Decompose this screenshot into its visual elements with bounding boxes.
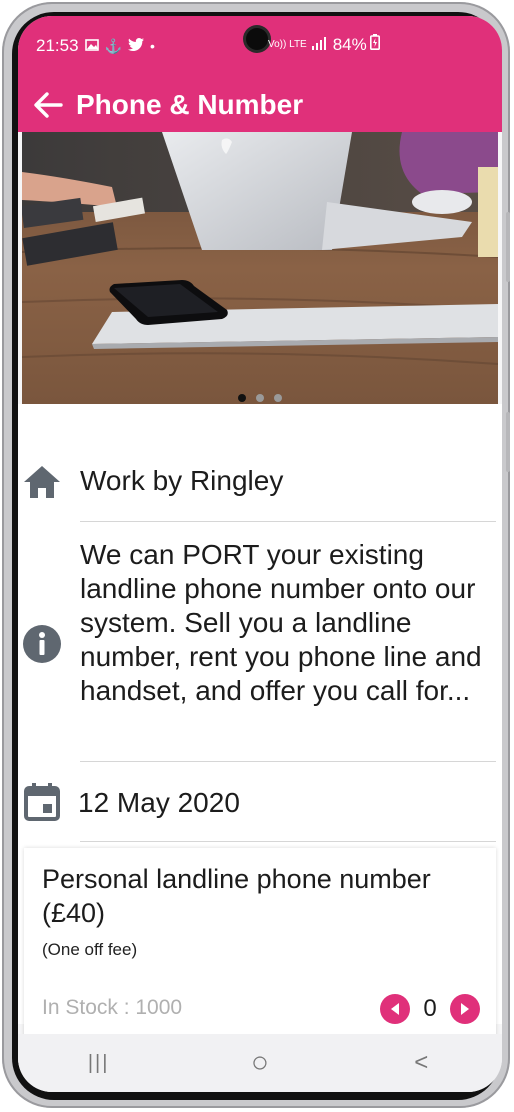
status-time: 21:53 bbox=[36, 36, 79, 55]
date-row: 12 May 2020 bbox=[18, 776, 502, 836]
quantity-value: 0 bbox=[423, 995, 437, 1022]
home-circle-icon: ○ bbox=[250, 1046, 270, 1079]
volte-label: Vo)) LTE bbox=[268, 38, 307, 50]
dot-icon: • bbox=[149, 38, 155, 54]
calendar-icon bbox=[22, 782, 62, 822]
page-title: Phone & Number bbox=[76, 89, 304, 120]
description-row: We can PORT your existing landline phone… bbox=[18, 536, 502, 746]
back-button[interactable] bbox=[18, 78, 78, 132]
system-nav-bar: ||| ○ < bbox=[18, 1034, 502, 1092]
status-indicators: Vo)) LTE 84% bbox=[268, 34, 380, 55]
front-camera bbox=[246, 28, 268, 50]
info-icon bbox=[22, 624, 62, 664]
fee-note: (One off fee) bbox=[42, 940, 138, 959]
screen: 21:53 ⚓ • Vo)) LTE 84% Phone & Number Wo… bbox=[18, 16, 502, 1092]
battery-percent: 84% bbox=[332, 34, 367, 54]
back-chevron-icon: < bbox=[414, 1049, 429, 1076]
carousel-dot[interactable] bbox=[238, 394, 246, 402]
caret-left-icon bbox=[391, 1003, 399, 1015]
volume-button bbox=[506, 212, 510, 282]
product-name: Personal landline phone number (£40) bbox=[42, 864, 431, 928]
twitter-icon bbox=[127, 38, 144, 54]
app-header: Phone & Number bbox=[18, 78, 502, 132]
event-date: 12 May 2020 bbox=[78, 787, 240, 818]
decrease-button[interactable] bbox=[380, 994, 410, 1024]
company-name: Work by Ringley bbox=[80, 465, 284, 496]
app-top-bar: 21:53 ⚓ • Vo)) LTE 84% Phone & Number bbox=[18, 16, 502, 132]
system-back-button[interactable]: < bbox=[391, 1043, 451, 1083]
divider bbox=[80, 761, 496, 762]
anchor-icon: ⚓ bbox=[104, 37, 122, 54]
quantity-stepper: 0 bbox=[380, 994, 480, 1024]
home-icon bbox=[22, 462, 62, 502]
divider bbox=[80, 841, 496, 842]
recent-apps-button[interactable]: ||| bbox=[69, 1043, 129, 1083]
carousel-dot[interactable] bbox=[274, 394, 282, 402]
battery-icon bbox=[369, 34, 380, 55]
increase-button[interactable] bbox=[450, 994, 480, 1024]
image-carousel[interactable] bbox=[22, 132, 498, 404]
divider bbox=[80, 521, 496, 522]
caret-right-icon bbox=[461, 1003, 469, 1015]
gallery-icon bbox=[84, 38, 99, 54]
company-row: Work by Ringley bbox=[18, 454, 502, 514]
power-button bbox=[506, 412, 510, 472]
carousel-dot[interactable] bbox=[256, 394, 264, 402]
phone-frame: 21:53 ⚓ • Vo)) LTE 84% Phone & Number Wo… bbox=[2, 2, 510, 1108]
recent-apps-icon: ||| bbox=[87, 1051, 110, 1074]
home-button[interactable]: ○ bbox=[230, 1043, 290, 1083]
signal-icon bbox=[311, 35, 327, 55]
arrow-left-icon bbox=[34, 92, 63, 118]
product-card: Personal landline phone number (£40) (On… bbox=[24, 848, 496, 1038]
carousel-dots bbox=[22, 394, 498, 402]
hero-photo bbox=[22, 132, 498, 404]
description-text: We can PORT your existing landline phone… bbox=[80, 539, 482, 706]
stock-label: In Stock : 1000 bbox=[42, 996, 183, 1019]
